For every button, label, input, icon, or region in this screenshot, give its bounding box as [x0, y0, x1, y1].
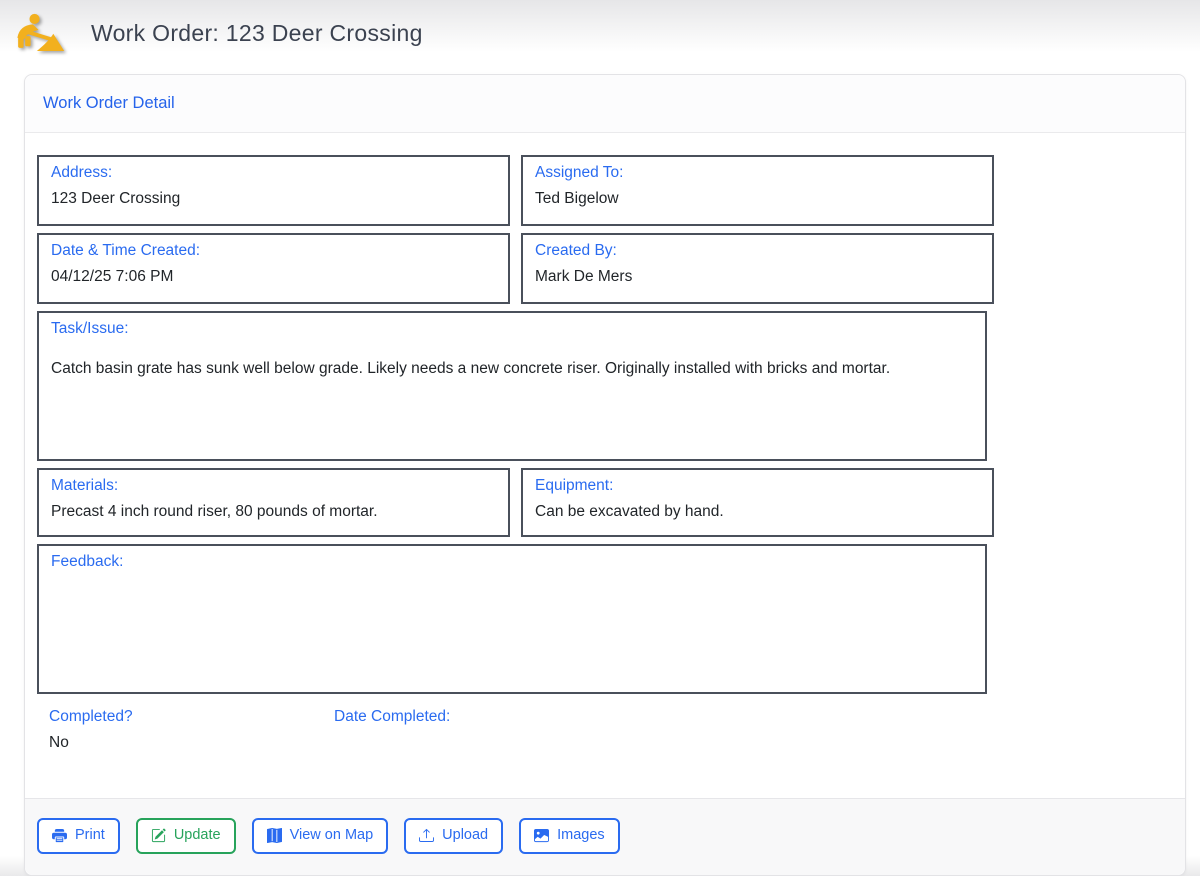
- completed-label: Completed?: [49, 708, 334, 726]
- task-issue-value: Catch basin grate has sunk well below gr…: [51, 356, 951, 382]
- update-button-label: Update: [174, 825, 221, 845]
- field-assigned-to: Assigned To: Ted Bigelow: [521, 155, 994, 226]
- field-address: Address: 123 Deer Crossing: [37, 155, 510, 226]
- field-materials: Materials: Precast 4 inch round riser, 8…: [37, 468, 510, 537]
- upload-icon: [419, 828, 434, 843]
- field-date-created: Date & Time Created: 04/12/25 7:06 PM: [37, 233, 510, 304]
- field-task-issue: Task/Issue: Catch basin grate has sunk w…: [37, 311, 987, 461]
- upload-button[interactable]: Upload: [404, 818, 503, 853]
- created-by-value: Mark De Mers: [535, 264, 980, 290]
- feedback-label: Feedback:: [51, 553, 973, 571]
- date-completed-label: Date Completed:: [334, 708, 450, 726]
- view-on-map-button[interactable]: View on Map: [252, 818, 389, 853]
- field-equipment: Equipment: Can be excavated by hand.: [521, 468, 994, 537]
- completed-value: No: [49, 734, 334, 752]
- field-created-by: Created By: Mark De Mers: [521, 233, 994, 304]
- assigned-to-label: Assigned To:: [535, 164, 980, 182]
- print-button[interactable]: Print: [37, 818, 120, 853]
- materials-label: Materials:: [51, 477, 496, 495]
- task-issue-label: Task/Issue:: [51, 320, 973, 338]
- construction-worker-icon: [15, 10, 65, 56]
- date-created-value: 04/12/25 7:06 PM: [51, 264, 496, 290]
- pencil-square-icon: [151, 828, 166, 843]
- field-feedback: Feedback:: [37, 544, 987, 694]
- work-order-card: Work Order Detail Address: 123 Deer Cros…: [24, 74, 1186, 876]
- view-on-map-button-label: View on Map: [290, 825, 374, 845]
- address-label: Address:: [51, 164, 496, 182]
- images-button[interactable]: Images: [519, 818, 620, 853]
- card-header-title: Work Order Detail: [25, 75, 1185, 133]
- print-button-label: Print: [75, 825, 105, 845]
- card-footer: Print Update View on Map Upload: [25, 798, 1185, 874]
- map-icon: [267, 828, 282, 843]
- page-header: Work Order: 123 Deer Crossing: [0, 0, 1200, 66]
- created-by-label: Created By:: [535, 242, 980, 260]
- equipment-value: Can be excavated by hand.: [535, 499, 980, 525]
- images-button-label: Images: [557, 825, 605, 845]
- equipment-label: Equipment:: [535, 477, 980, 495]
- image-icon: [534, 828, 549, 843]
- printer-icon: [52, 828, 67, 843]
- update-button[interactable]: Update: [136, 818, 236, 853]
- completed-row: Completed? No Date Completed:: [49, 708, 994, 752]
- assigned-to-value: Ted Bigelow: [535, 186, 980, 212]
- page-title: Work Order: 123 Deer Crossing: [91, 20, 423, 47]
- upload-button-label: Upload: [442, 825, 488, 845]
- card-body: Address: 123 Deer Crossing Assigned To: …: [25, 133, 1185, 798]
- materials-value: Precast 4 inch round riser, 80 pounds of…: [51, 499, 496, 525]
- address-value: 123 Deer Crossing: [51, 186, 496, 212]
- date-created-label: Date & Time Created:: [51, 242, 496, 260]
